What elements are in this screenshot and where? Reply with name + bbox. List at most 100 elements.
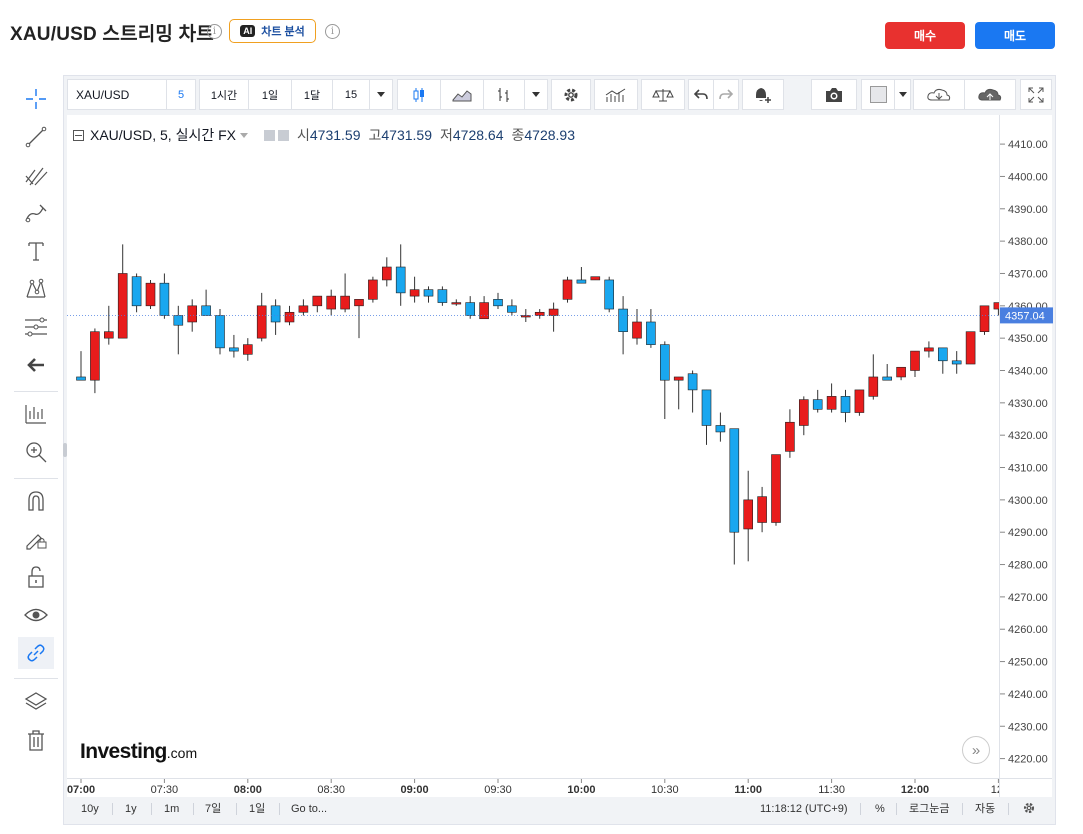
candle <box>757 486 767 533</box>
candle-body <box>659 344 670 381</box>
chevron-down-icon <box>532 92 540 97</box>
symbol-input[interactable]: XAU/USD <box>67 79 167 110</box>
chart-type-dropdown[interactable] <box>524 79 548 110</box>
fullscreen-button[interactable] <box>1020 79 1052 110</box>
candle-body <box>882 376 893 381</box>
scale-settings-button[interactable] <box>1022 801 1036 817</box>
brush-tool[interactable] <box>18 197 54 229</box>
double-chevron-right-icon: » <box>971 741 981 759</box>
candle-body <box>701 389 712 426</box>
bars-style-button[interactable] <box>483 79 525 110</box>
measure-tool[interactable] <box>18 398 54 430</box>
zoom-in-tool[interactable] <box>18 436 54 468</box>
price-tick-label: 4390.00 <box>1008 204 1048 216</box>
range-10y-button[interactable]: 10y <box>81 801 99 817</box>
link-icon <box>27 644 45 662</box>
info-icon-ai[interactable]: i <box>325 24 340 39</box>
legend-gear-icon[interactable] <box>278 129 289 141</box>
info-icon[interactable]: i <box>207 24 222 39</box>
sell-button[interactable]: 매도 <box>975 22 1055 49</box>
interval-1d-button[interactable]: 1일 <box>248 79 292 110</box>
candles-style-button[interactable] <box>397 79 441 110</box>
lock-drawing-tool[interactable] <box>18 523 54 555</box>
scroll-to-latest-button[interactable]: » <box>962 736 990 764</box>
undo-button[interactable] <box>688 79 714 110</box>
unlock-tool[interactable] <box>18 561 54 593</box>
bar-count-dropdown[interactable] <box>369 79 393 110</box>
collapse-icon[interactable] <box>73 129 84 141</box>
candle <box>798 396 809 436</box>
settings-button[interactable] <box>551 79 591 110</box>
candle-body <box>951 360 962 365</box>
hide-toolbar-button[interactable] <box>18 349 54 381</box>
candle-body <box>868 376 879 397</box>
chart-pane[interactable] <box>67 115 1032 778</box>
compare-button[interactable] <box>641 79 685 110</box>
pattern-tool[interactable] <box>18 273 54 305</box>
ai-icon: AI <box>240 25 256 37</box>
bar-count-select[interactable]: 15 <box>332 79 370 110</box>
trend-line-tool[interactable] <box>18 121 54 153</box>
time-scale[interactable]: 07:00 07:30 08:00 08:30 09:00 09:30 10:00 10:30… <box>67 778 1006 797</box>
undo-icon <box>693 88 708 99</box>
candle-body <box>395 266 406 294</box>
ohlc-legend: XAU/USD, 5, 실시간 FX 시 4731.59 고 4731.59 저 47… <box>73 125 575 145</box>
range-7d-button[interactable]: 7일 <box>205 801 221 817</box>
time-tick-label: 08:00 <box>234 784 262 796</box>
auto-scale-toggle[interactable]: 자동 <box>975 801 995 817</box>
crosshair-tool[interactable] <box>18 83 54 115</box>
delete-drawings-tool[interactable] <box>18 724 54 756</box>
candle <box>965 331 976 365</box>
redo-button[interactable] <box>713 79 739 110</box>
interval-1m-button[interactable]: 1달 <box>291 79 333 110</box>
brush-icon <box>25 204 47 223</box>
candle-body <box>507 305 517 313</box>
ai-chart-analysis-button[interactable]: AI 차트 분석 <box>229 19 316 43</box>
chevron-down-icon[interactable] <box>240 132 248 138</box>
candle <box>785 409 795 458</box>
high-label: 고 <box>368 127 382 143</box>
divider <box>1008 803 1009 815</box>
divider <box>860 803 861 815</box>
link-tool[interactable] <box>18 637 54 669</box>
trend-line-icon <box>25 126 47 148</box>
indicators-button[interactable] <box>594 79 638 110</box>
time-tick-label: 07:30 <box>151 784 179 796</box>
percent-scale-toggle[interactable]: % <box>875 801 885 817</box>
text-tool[interactable] <box>18 235 54 267</box>
chevron-down-icon <box>377 92 385 97</box>
candle-body <box>381 266 392 281</box>
open-value: 4731.59 <box>309 127 361 143</box>
candle <box>493 292 503 310</box>
load-chart-button[interactable] <box>913 79 965 110</box>
legend-symbol: XAU/USD, 5, 실시간 FX <box>90 127 236 143</box>
snapshot-button[interactable] <box>811 79 857 110</box>
candle-body <box>270 305 281 323</box>
cloud-upload-icon <box>978 88 1002 100</box>
range-1d-button[interactable]: 1일 <box>249 801 265 817</box>
layers-tool[interactable] <box>18 686 54 718</box>
fib-tool[interactable] <box>18 311 54 343</box>
save-chart-button[interactable] <box>964 79 1016 110</box>
buy-button[interactable]: 매수 <box>885 22 965 49</box>
area-style-button[interactable] <box>440 79 484 110</box>
color-swatch-button[interactable] <box>861 79 895 110</box>
candle-body <box>632 321 642 339</box>
candle-body <box>284 311 295 323</box>
price-scale[interactable]: 4220.00 4230.00 4240.00 4250.00 4260.00 4270.… <box>999 115 1053 778</box>
range-1m-button[interactable]: 1m <box>164 801 179 817</box>
add-alert-button[interactable] <box>742 79 784 110</box>
candle-body <box>840 396 851 413</box>
range-1y-button[interactable]: 1y <box>125 801 137 817</box>
visibility-tool[interactable] <box>18 599 54 631</box>
candle-body <box>256 305 267 339</box>
log-scale-toggle[interactable]: 로그눈금 <box>909 801 949 817</box>
goto-date-button[interactable]: Go to... <box>291 801 327 817</box>
candle <box>632 309 642 345</box>
color-dropdown[interactable] <box>894 79 911 110</box>
magnet-tool[interactable] <box>18 485 54 517</box>
interval-5-button[interactable]: 5 <box>166 79 196 110</box>
pitchfork-tool[interactable] <box>18 159 54 191</box>
legend-settings-icon[interactable] <box>264 129 275 141</box>
interval-1h-button[interactable]: 1시간 <box>199 79 249 110</box>
